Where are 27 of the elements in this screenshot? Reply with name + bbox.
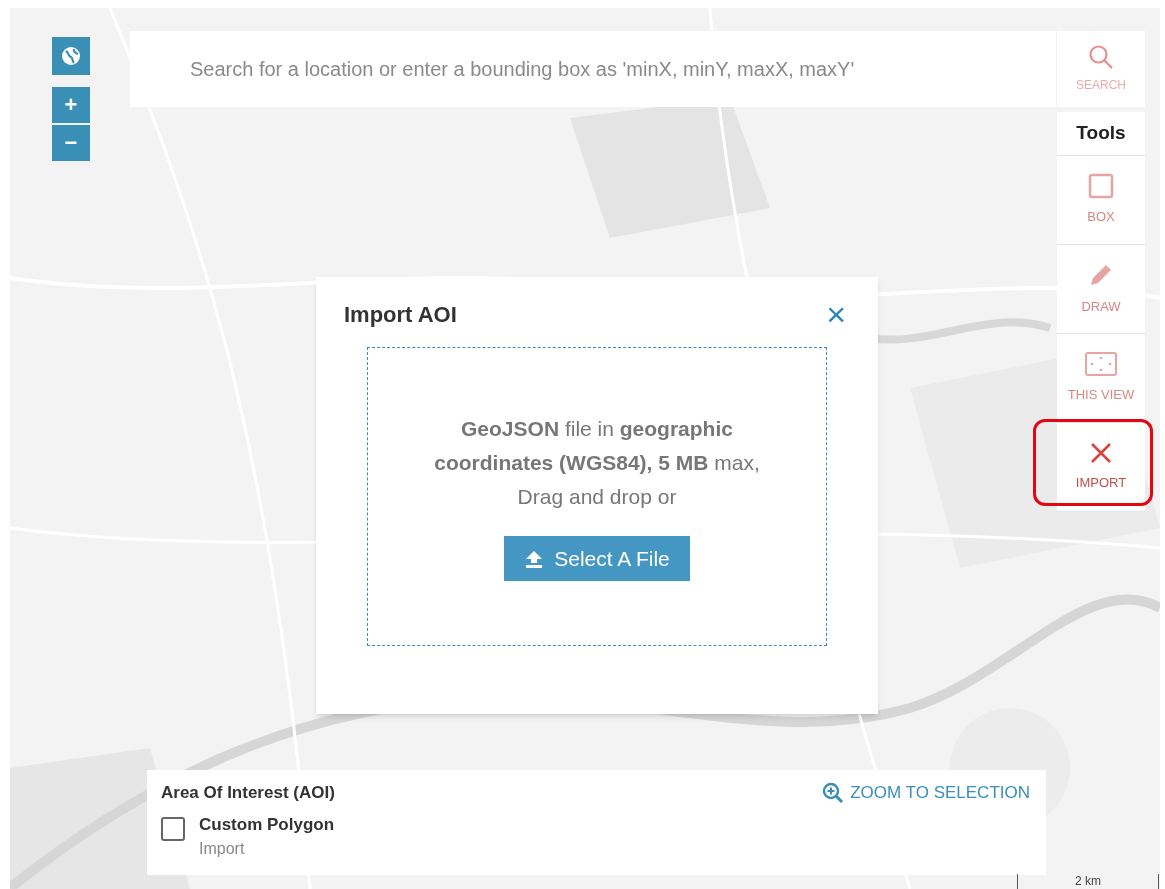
aoi-source: Import [199,839,246,859]
tools-heading: Tools [1057,112,1145,156]
dialog-title: Import AOI [344,300,457,329]
square-icon [1088,173,1114,200]
scale-label: 2 km [1075,874,1101,889]
close-button[interactable]: × [826,297,846,331]
upload-icon [524,548,545,569]
drop-instructions: GeoJSON file in geographic coordinates (WGS84), 5 MB max, Drag and drop or [433,416,761,510]
tool-button[interactable]: THIS VIEW [1057,334,1145,423]
globe-icon [60,45,82,67]
select-file-button[interactable]: Select A File [504,536,690,581]
checkbox[interactable] [161,816,185,841]
tool-button[interactable]: DRAW [1057,245,1145,334]
frame-icon [1084,351,1118,378]
search-button[interactable]: SEARCH [1057,31,1145,107]
zoom-out-button[interactable]: − [52,125,90,161]
search-field[interactable]: Search for a location or enter a bounding box as 'minX, minY, maxX, maxY' [130,31,1056,107]
tool-button[interactable]: IMPORT [1057,423,1145,512]
zoom-in-icon [822,781,845,804]
panel-title: Area Of Interest (AOI) [161,782,335,804]
zoom-to-selection-link[interactable]: ZOOM TO SELECTION [822,780,1030,806]
aoi-name: Custom Polygon [199,813,335,836]
drop-zone[interactable]: GeoJSON file in geographic coordinates (WGS84), 5 MB max, Drag and drop or Select A File [367,347,827,646]
search-icon [1088,44,1114,70]
zoom-in-button[interactable]: + [52,87,90,123]
tool-button[interactable]: BOX [1057,156,1145,245]
globe-button[interactable] [52,37,90,75]
